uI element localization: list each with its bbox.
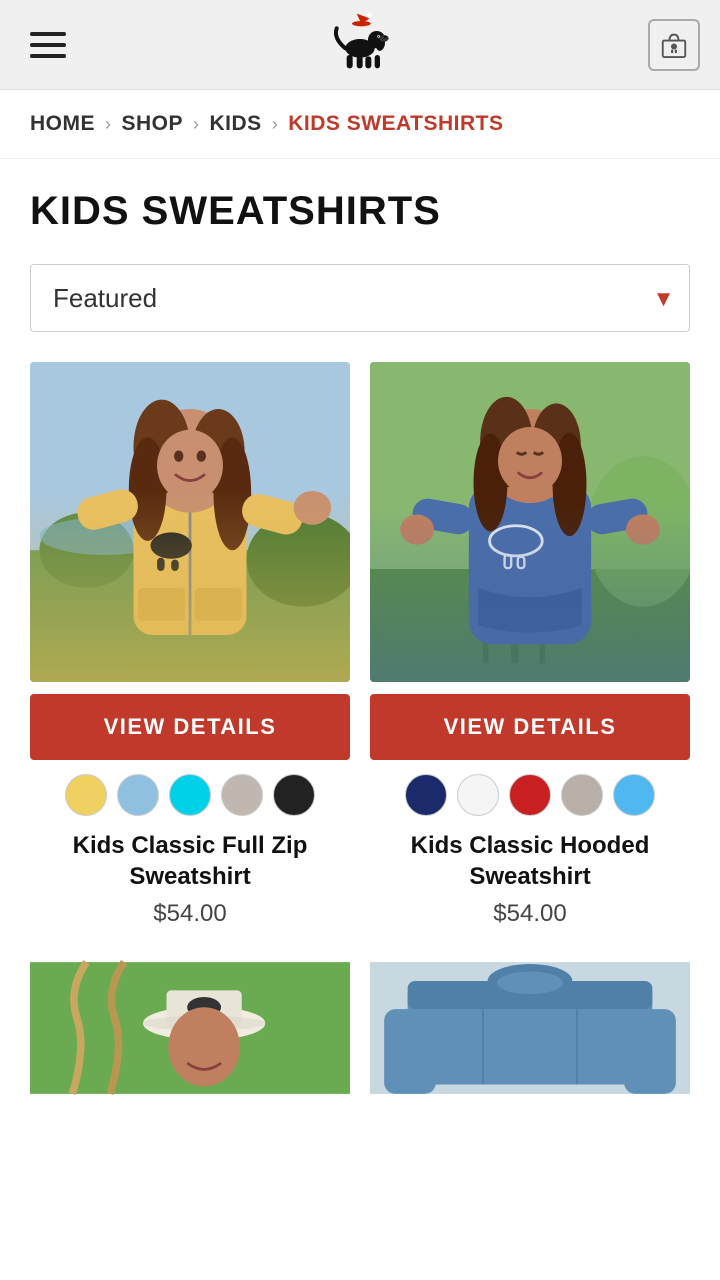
page-title-section: KIDS SWEATSHIRTS bbox=[0, 159, 720, 244]
page-title: KIDS SWEATSHIRTS bbox=[30, 189, 690, 234]
swatch-gray-2[interactable] bbox=[561, 774, 603, 816]
header bbox=[0, 0, 720, 90]
breadcrumb-sep-2: › bbox=[193, 114, 200, 135]
color-swatches-2 bbox=[405, 774, 655, 816]
product-card-1: VIEW DETAILS Kids Classic Full Zip Sweat… bbox=[20, 362, 360, 958]
swatch-yellow-1[interactable] bbox=[65, 774, 107, 816]
breadcrumb-shop[interactable]: SHOP bbox=[122, 112, 184, 136]
swatch-red-2[interactable] bbox=[509, 774, 551, 816]
sort-select[interactable]: Featured Price: Low to High Price: High … bbox=[30, 264, 690, 332]
swatch-black-1[interactable] bbox=[273, 774, 315, 816]
cart-button[interactable] bbox=[648, 19, 700, 71]
product-image-3 bbox=[30, 958, 350, 1098]
product-card-4[interactable] bbox=[360, 958, 700, 1098]
breadcrumb: HOME › SHOP › KIDS › KIDS SWEATSHIRTS bbox=[0, 90, 720, 159]
view-details-button-1[interactable]: VIEW DETAILS bbox=[30, 694, 350, 760]
product-image-4 bbox=[370, 958, 690, 1098]
swatch-cyan-1[interactable] bbox=[169, 774, 211, 816]
swatch-navy-2[interactable] bbox=[405, 774, 447, 816]
product-grid-bottom bbox=[0, 958, 720, 1098]
breadcrumb-kids[interactable]: KIDS bbox=[210, 112, 262, 136]
swatch-gray-1[interactable] bbox=[221, 774, 263, 816]
product-image-2[interactable] bbox=[370, 362, 690, 682]
product-card-3[interactable] bbox=[20, 958, 360, 1098]
sort-wrapper: Featured Price: Low to High Price: High … bbox=[30, 264, 690, 332]
menu-button[interactable] bbox=[20, 22, 76, 68]
breadcrumb-home[interactable]: HOME bbox=[30, 112, 95, 136]
color-swatches-1 bbox=[65, 774, 315, 816]
product-name-2: Kids Classic Hooded Sweatshirt bbox=[370, 830, 690, 892]
swatch-light-blue-1[interactable] bbox=[117, 774, 159, 816]
product-card-2: VIEW DETAILS Kids Classic Hooded Sweatsh… bbox=[360, 362, 700, 958]
breadcrumb-current: KIDS SWEATSHIRTS bbox=[288, 112, 503, 136]
sort-section: Featured Price: Low to High Price: High … bbox=[0, 244, 720, 362]
product-name-1: Kids Classic Full Zip Sweatshirt bbox=[30, 830, 350, 892]
site-logo[interactable] bbox=[320, 10, 400, 80]
product-price-2: $54.00 bbox=[493, 900, 566, 928]
swatch-white-2[interactable] bbox=[457, 774, 499, 816]
breadcrumb-sep-3: › bbox=[272, 114, 279, 135]
product-grid: VIEW DETAILS Kids Classic Full Zip Sweat… bbox=[0, 362, 720, 958]
product-price-1: $54.00 bbox=[153, 900, 226, 928]
product-image-1[interactable] bbox=[30, 362, 350, 682]
view-details-button-2[interactable]: VIEW DETAILS bbox=[370, 694, 690, 760]
swatch-sky-blue-2[interactable] bbox=[613, 774, 655, 816]
breadcrumb-sep-1: › bbox=[105, 114, 112, 135]
